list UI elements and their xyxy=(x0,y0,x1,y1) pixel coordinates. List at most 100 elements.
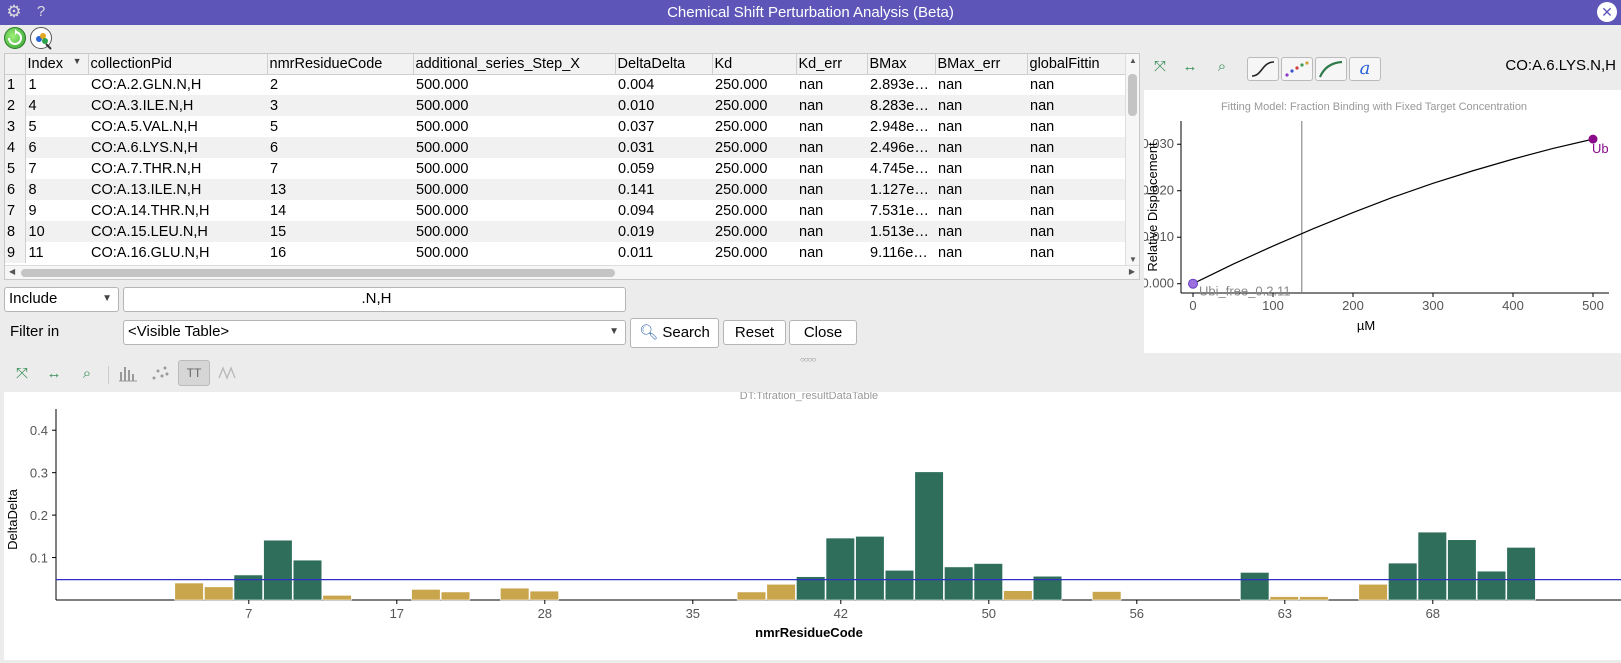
table-cell[interactable]: 250.000 xyxy=(712,95,796,116)
reset-zoom-icon[interactable]: ⤧ xyxy=(1148,55,1172,79)
table-cell[interactable]: 250.000 xyxy=(712,137,796,158)
fitting-plot[interactable]: Fitting Model: Fraction Binding with Fix… xyxy=(1141,90,1621,353)
fit-width-icon[interactable]: ↔ xyxy=(1178,55,1202,79)
table-cell[interactable]: CO:A.5.VAL.N,H xyxy=(88,116,267,137)
column-header-kd[interactable]: Kd xyxy=(712,54,797,75)
table-cell[interactable]: nan xyxy=(796,116,867,137)
table-cell[interactable]: 0.019 xyxy=(615,221,712,242)
table-row[interactable]: 9 11 CO:A.16.GLU.N,H 16 500.000 0.011 250.000 n… xyxy=(5,242,1127,263)
table-cell[interactable]: 7 xyxy=(267,158,413,179)
table-cell[interactable]: nan xyxy=(1027,95,1127,116)
raw-points-toggle[interactable] xyxy=(1281,57,1313,81)
table-cell[interactable]: nan xyxy=(1027,116,1127,137)
table-cell[interactable]: nan xyxy=(1027,137,1127,158)
filter-text-input[interactable]: .N,H xyxy=(123,287,626,312)
table-cell[interactable]: nan xyxy=(796,242,867,263)
table-cell[interactable]: 4 xyxy=(25,95,88,116)
table-cell[interactable]: 2.948e… xyxy=(867,116,935,137)
table-cell[interactable]: 7.531e… xyxy=(867,200,935,221)
table-cell[interactable]: 16 xyxy=(267,242,413,263)
table-cell[interactable]: 5 xyxy=(25,116,88,137)
filter-in-select[interactable]: <Visible Table> ▼ xyxy=(123,320,626,345)
table-cell[interactable]: 250.000 xyxy=(712,179,796,200)
table-cell[interactable]: 9.116e… xyxy=(867,242,935,263)
table-cell[interactable]: 2.496e… xyxy=(867,137,935,158)
table-cell[interactable]: 8.283e… xyxy=(867,95,935,116)
table-cell[interactable]: 500.000 xyxy=(413,137,615,158)
scroll-down-icon[interactable]: ▼ xyxy=(1129,255,1137,264)
table-row[interactable]: 7 9 CO:A.14.THR.N,H 14 500.000 0.094 250.000 na… xyxy=(5,200,1127,221)
table-cell[interactable]: nan xyxy=(935,200,1027,221)
zoom-region-icon[interactable]: ⌕ xyxy=(1210,55,1234,79)
table-cell[interactable]: CO:A.6.LYS.N,H xyxy=(88,137,267,158)
curve-style-toggle[interactable] xyxy=(1315,57,1347,81)
table-cell[interactable]: 2.893e… xyxy=(867,74,935,95)
table-cell[interactable]: nan xyxy=(796,179,867,200)
table-row[interactable]: 8 10 CO:A.15.LEU.N,H 15 500.000 0.019 250.000 n… xyxy=(5,221,1127,242)
table-cell[interactable]: nan xyxy=(796,137,867,158)
search-button[interactable]: 🔍︎ Search xyxy=(630,318,719,348)
table-cell[interactable]: nan xyxy=(1027,179,1127,200)
table-cell[interactable]: nan xyxy=(935,242,1027,263)
bar-chart-icon[interactable] xyxy=(116,362,140,386)
column-header-deltadelta[interactable]: DeltaDelta xyxy=(615,54,713,75)
splitter-handle[interactable]: ○○○○ xyxy=(800,355,816,364)
table-cell[interactable]: 7 xyxy=(25,158,88,179)
table-cell[interactable]: nan xyxy=(1027,158,1127,179)
fit-width-icon[interactable]: ↔ xyxy=(42,362,66,386)
table-cell[interactable]: nan xyxy=(1027,221,1127,242)
table-cell[interactable]: 250.000 xyxy=(712,221,796,242)
table-cell[interactable]: 0.037 xyxy=(615,116,712,137)
table-cell[interactable]: CO:A.7.THR.N,H xyxy=(88,158,267,179)
scatter-icon[interactable] xyxy=(148,362,172,386)
table-cell[interactable]: nan xyxy=(796,95,867,116)
results-table[interactable]: Index ▼ collectionPid nmrResidueCode addi… xyxy=(4,53,1140,280)
table-cell[interactable]: 250.000 xyxy=(712,74,796,95)
scroll-left-icon[interactable]: ◀ xyxy=(9,267,15,276)
text-labels-icon[interactable]: TT xyxy=(178,360,210,386)
table-horizontal-scrollbar[interactable]: ◀ ▶ xyxy=(5,265,1139,279)
table-cell[interactable]: nan xyxy=(935,137,1027,158)
scroll-up-icon[interactable]: ▲ xyxy=(1129,56,1137,65)
table-cell[interactable]: 500.000 xyxy=(413,200,615,221)
table-cell[interactable]: nan xyxy=(1027,200,1127,221)
table-cell[interactable]: 250.000 xyxy=(712,158,796,179)
table-cell[interactable]: 14 xyxy=(267,200,413,221)
table-cell[interactable]: 500.000 xyxy=(413,179,615,200)
table-cell[interactable]: nan xyxy=(935,179,1027,200)
table-cell[interactable]: nan xyxy=(935,74,1027,95)
table-cell[interactable]: 3 xyxy=(267,95,413,116)
close-window-icon[interactable]: ✕ xyxy=(1597,2,1617,22)
include-select[interactable]: Include ▼ xyxy=(4,287,119,312)
table-cell[interactable]: 0.004 xyxy=(615,74,712,95)
table-cell[interactable]: 11 xyxy=(25,242,88,263)
table-cell[interactable]: CO:A.13.ILE.N,H xyxy=(88,179,267,200)
column-header-collectionpid[interactable]: collectionPid xyxy=(88,54,268,75)
close-button[interactable]: Close xyxy=(789,320,857,345)
table-cell[interactable]: nan xyxy=(796,200,867,221)
table-row[interactable]: 1 1 CO:A.2.GLN.N,H 2 500.000 0.004 250.000 nan 2… xyxy=(5,74,1127,95)
table-cell[interactable]: nan xyxy=(796,158,867,179)
table-cell[interactable]: nan xyxy=(796,74,867,95)
table-cell[interactable]: nan xyxy=(935,221,1027,242)
table-cell[interactable]: 0.141 xyxy=(615,179,712,200)
table-cell[interactable]: CO:A.16.GLU.N,H xyxy=(88,242,267,263)
table-cell[interactable]: 0.031 xyxy=(615,137,712,158)
table-row[interactable]: 4 6 CO:A.6.LYS.N,H 6 500.000 0.031 250.000 nan 2… xyxy=(5,137,1127,158)
table-cell[interactable]: 2 xyxy=(267,74,413,95)
table-cell[interactable]: 500.000 xyxy=(413,221,615,242)
table-cell[interactable]: 10 xyxy=(25,221,88,242)
column-header-kd-err[interactable]: Kd_err xyxy=(796,54,868,75)
table-row[interactable]: 3 5 CO:A.5.VAL.N,H 5 500.000 0.037 250.000 nan 2… xyxy=(5,116,1127,137)
table-cell[interactable]: nan xyxy=(796,221,867,242)
labels-toggle-icon[interactable]: a xyxy=(1349,57,1381,81)
table-vertical-scrollbar[interactable]: ▲ ▼ xyxy=(1125,54,1139,266)
table-cell[interactable]: 6 xyxy=(267,137,413,158)
table-cell[interactable]: CO:A.2.GLN.N,H xyxy=(88,74,267,95)
table-cell[interactable]: 500.000 xyxy=(413,74,615,95)
table-row[interactable]: 6 8 CO:A.13.ILE.N,H 13 500.000 0.141 250.000 na… xyxy=(5,179,1127,200)
table-cell[interactable]: 13 xyxy=(267,179,413,200)
table-cell[interactable]: 500.000 xyxy=(413,158,615,179)
table-cell[interactable]: nan xyxy=(935,116,1027,137)
table-cell[interactable]: CO:A.14.THR.N,H xyxy=(88,200,267,221)
